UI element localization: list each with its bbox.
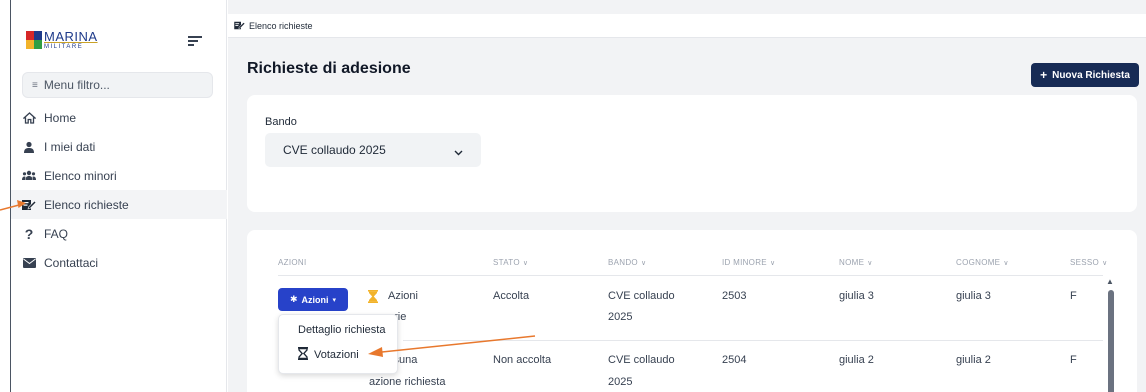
sidebar-nav: Home I miei dati Elenco minori Elenco ri… xyxy=(11,103,227,277)
col-header-sesso[interactable]: SESSO ∨ xyxy=(1070,258,1108,267)
breadcrumb-current[interactable]: Elenco richieste xyxy=(249,21,313,31)
row2-nome: giulia 2 xyxy=(839,354,874,366)
sidebar-item-label: I miei dati xyxy=(44,139,96,154)
question-icon: ? xyxy=(24,225,34,242)
chevron-down-icon xyxy=(454,145,463,159)
sidebar-item-label: Elenco richieste xyxy=(44,197,129,212)
row-divider xyxy=(278,275,1103,276)
filter-icon: ≡ xyxy=(32,79,38,91)
users-icon xyxy=(22,169,36,183)
row1-stato: Accolta xyxy=(493,290,530,302)
menu-filter-placeholder: Menu filtro... xyxy=(43,78,110,92)
chevron-down-icon: ∨ xyxy=(1102,259,1108,267)
menu-collapse-icon[interactable] xyxy=(188,36,202,46)
filter-card: Bando CVE collaudo 2025 xyxy=(247,95,1137,212)
col-header-id-minore[interactable]: ID MINORE ∨ xyxy=(722,258,775,267)
menu-item-votazioni[interactable]: Votazioni xyxy=(279,347,397,361)
row2-id-minore: 2504 xyxy=(722,354,747,366)
page-title: Richieste di adesione xyxy=(247,60,411,77)
hourglass-icon xyxy=(368,290,378,308)
row1-id-minore: 2503 xyxy=(722,290,747,302)
breadcrumb: Elenco richieste xyxy=(228,14,1146,38)
bando-label: Bando xyxy=(265,116,297,128)
table-scrollbar[interactable] xyxy=(1108,290,1114,392)
col-header-cognome[interactable]: COGNOME ∨ xyxy=(956,258,1009,267)
new-request-button[interactable]: + Nuova Richiesta xyxy=(1031,63,1139,87)
home-icon xyxy=(22,111,36,125)
row2-sesso: F xyxy=(1070,354,1077,366)
row1-bando: CVE collaudo xyxy=(608,290,675,302)
chevron-down-icon: ∨ xyxy=(640,259,647,267)
menu-filter-input[interactable]: ≡ Menu filtro... xyxy=(22,72,213,98)
azioni-button[interactable]: ✱ Azioni ▾ xyxy=(278,288,348,311)
row1-azioni-text: Azioni xyxy=(388,290,418,302)
plus-icon: + xyxy=(1040,68,1048,82)
chevron-down-icon: ∨ xyxy=(867,259,873,267)
main-content: Elenco richieste Richieste di adesione +… xyxy=(228,0,1146,392)
row2-stato: Non accolta xyxy=(493,354,552,366)
col-header-azioni: AZIONI xyxy=(278,258,307,267)
sidebar-item-label: FAQ xyxy=(44,226,69,241)
row1-nome: giulia 3 xyxy=(839,290,874,302)
edit-list-icon xyxy=(22,198,36,212)
gear-icon: ✱ xyxy=(289,294,298,304)
caret-down-icon: ▾ xyxy=(332,296,337,304)
sidebar-item-contattaci[interactable]: Contattaci xyxy=(11,248,227,277)
row1-bando-year: 2025 xyxy=(608,311,633,323)
sidebar-item-label: Contattaci xyxy=(44,255,99,270)
bando-selected-value: CVE collaudo 2025 xyxy=(283,143,386,157)
envelope-icon xyxy=(22,256,36,270)
sidebar-item-elenco-minori[interactable]: Elenco minori xyxy=(11,161,227,190)
sidebar-item-faq[interactable]: ? FAQ xyxy=(11,219,227,248)
sidebar-item-i-miei-dati[interactable]: I miei dati xyxy=(11,132,227,161)
row2-bando-year: 2025 xyxy=(608,376,633,388)
bando-select[interactable]: CVE collaudo 2025 xyxy=(265,133,481,167)
chevron-down-icon: ∨ xyxy=(522,259,529,267)
hourglass-icon xyxy=(298,347,308,360)
logo-text: MARINA xyxy=(44,29,98,44)
logo[interactable]: MARINA MILITARE xyxy=(26,30,98,50)
sidebar-item-label: Home xyxy=(44,110,77,125)
sidebar-item-home[interactable]: Home xyxy=(11,103,227,132)
scroll-up-icon[interactable]: ▲ xyxy=(1106,277,1114,286)
new-request-label: Nuova Richiesta xyxy=(1052,69,1130,81)
row2-azioni-text-2: azione richiesta xyxy=(369,376,446,388)
user-icon xyxy=(22,140,36,154)
row2-cognome: giulia 2 xyxy=(956,354,991,366)
requests-table-card: AZIONI STATO ∨ BANDO ∨ ID MINORE ∨ NOME ∨ CO… xyxy=(247,230,1137,392)
col-header-bando[interactable]: BANDO ∨ xyxy=(608,258,646,267)
col-header-nome[interactable]: NOME ∨ xyxy=(839,258,873,267)
row1-sesso: F xyxy=(1070,290,1077,302)
row2-bando: CVE collaudo xyxy=(608,354,675,366)
azioni-dropdown-menu: Dettaglio richiesta Votazioni xyxy=(278,314,398,374)
sidebar-item-elenco-richieste[interactable]: Elenco richieste xyxy=(11,190,227,219)
flag-icon xyxy=(26,31,42,49)
chevron-down-icon: ∨ xyxy=(1003,259,1009,267)
row-divider xyxy=(403,340,1103,341)
chevron-down-icon: ∨ xyxy=(769,259,776,267)
col-header-stato[interactable]: STATO ∨ xyxy=(493,258,528,267)
sidebar-item-label: Elenco minori xyxy=(44,168,117,183)
menu-item-dettaglio-richiesta[interactable]: Dettaglio richiesta xyxy=(279,324,397,336)
sidebar: MARINA MILITARE ≡ Menu filtro... Home I … xyxy=(11,0,227,392)
edit-list-icon xyxy=(234,21,245,30)
row1-cognome: giulia 3 xyxy=(956,290,991,302)
azioni-button-label: Azioni xyxy=(301,294,329,305)
logo-subtext: MILITARE xyxy=(44,44,84,50)
